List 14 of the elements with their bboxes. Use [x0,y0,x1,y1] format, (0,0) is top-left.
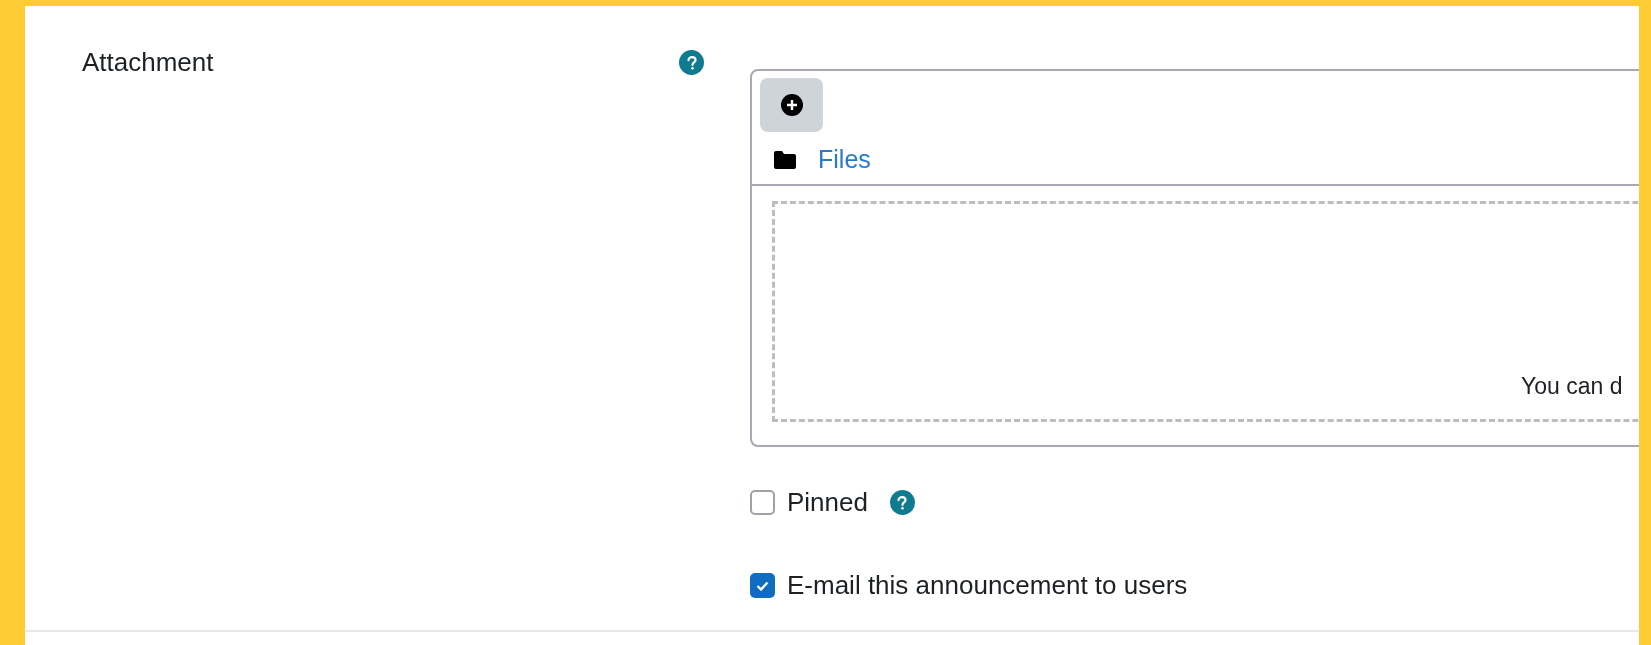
help-icon[interactable] [889,490,915,515]
checkbox-label: E-mail this announcement to users [787,569,1188,602]
add-icon [780,94,803,116]
folder-link[interactable]: Files [818,141,871,179]
drop-zone[interactable]: You can d [772,201,1639,422]
check-icon [756,580,769,591]
checkbox[interactable] [750,490,775,515]
drop-zone-text: You can d [1521,371,1623,401]
field-label: Attachment [82,46,215,79]
add-file-button[interactable] [760,78,823,132]
help-icon[interactable] [679,50,704,75]
checkbox[interactable] [750,573,775,598]
folder-icon [774,151,796,169]
checkbox-label: Pinned [787,486,868,519]
